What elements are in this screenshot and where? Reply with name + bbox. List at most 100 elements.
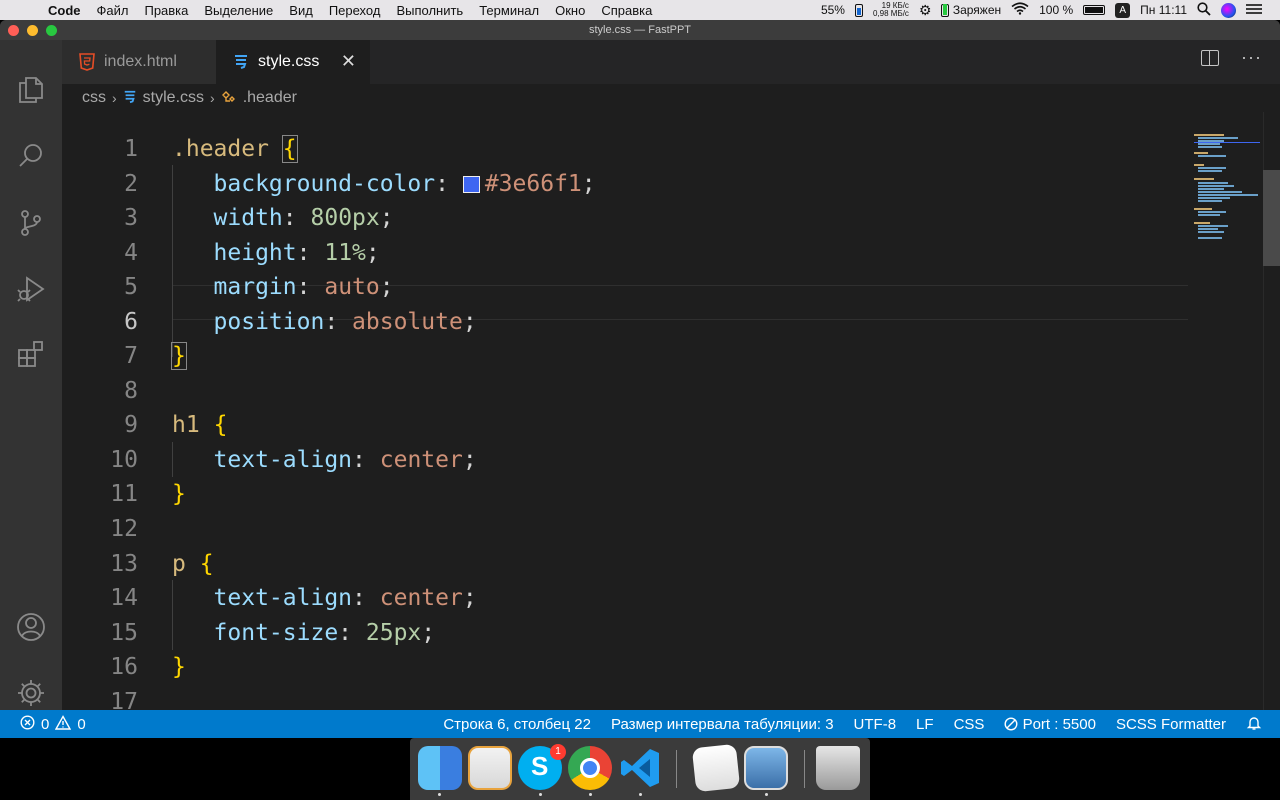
skype-icon[interactable]: S 1 [518,744,566,790]
menu-terminal[interactable]: Терминал [479,3,539,18]
language-mode[interactable]: CSS [954,716,985,733]
token-property: text-align [213,585,353,611]
code-line[interactable]: 2 background-color: #3e66f1; [62,167,1188,202]
indentation[interactable]: Размер интервала табуляции: 3 [611,716,834,733]
menu-help[interactable]: Справка [601,3,652,18]
token-value: auto [324,274,380,300]
search-icon[interactable] [14,139,48,173]
breadcrumb-file[interactable]: style.css [143,89,204,107]
tab-close-icon[interactable]: ✕ [341,52,356,70]
code-line[interactable]: 9 h1 { [62,408,1188,443]
finder-icon[interactable] [418,746,462,790]
formatter[interactable]: SCSS Formatter [1116,716,1226,733]
battery-icon[interactable] [1083,5,1106,15]
css-icon [232,53,250,71]
code-line[interactable]: 12 [62,512,1188,547]
settings-gear-icon[interactable]: ⚙ [919,2,932,19]
menu-file[interactable]: Файл [97,3,129,18]
token-selector: h1 [172,412,200,438]
menu-run[interactable]: Выполнить [396,3,463,18]
token-selector: .header [172,136,269,162]
code-line[interactable]: 8 [62,374,1188,409]
code-line[interactable]: 11} [62,477,1188,512]
source-control-icon[interactable] [14,206,48,240]
code-line[interactable]: 15 font-size: 25px; [62,616,1188,651]
code-line-active[interactable]: 6 position: absolute; [62,305,1188,340]
running-indicator [438,793,441,796]
spotlight-search-icon[interactable] [1197,1,1211,19]
siri-icon[interactable] [1221,2,1236,18]
window-minimize-button[interactable] [27,25,38,36]
code-line[interactable]: 7} [62,339,1188,374]
window-title: style.css — FastPPT [588,24,692,36]
color-swatch[interactable] [462,176,480,193]
accounts-icon[interactable] [14,610,48,644]
input-source-badge[interactable]: A [1115,2,1131,18]
end-of-line[interactable]: LF [916,716,934,733]
token-brace: } [171,342,187,370]
chrome-icon[interactable] [568,746,612,790]
problems-indicator[interactable]: 0 0 [20,714,86,734]
code-line[interactable]: 13 p { [62,547,1188,582]
network-speed[interactable]: 19 КБ/с 0,98 МБ/с [873,2,909,18]
menu-go[interactable]: Переход [329,3,381,18]
more-actions-icon[interactable]: ··· [1241,48,1262,66]
notifications-bell-icon[interactable] [1246,715,1262,733]
token-value: center [379,447,463,473]
cpu-battery-pct[interactable]: 55% [821,3,845,17]
minimap[interactable] [1188,112,1263,710]
code-line[interactable]: 10 text-align: center; [62,443,1188,478]
window-maximize-button[interactable] [46,25,57,36]
no-entry-icon [1004,716,1022,733]
control-center-icon[interactable] [1246,3,1262,18]
breadcrumb-folder[interactable]: css [82,89,106,107]
run-debug-icon[interactable] [14,272,48,306]
clock[interactable]: Пн 11:11 [1140,3,1187,17]
charge-status[interactable]: Заряжен [941,3,1001,18]
code-line[interactable]: 1 .header { [62,132,1188,167]
dock-separator [676,750,677,788]
tab-label: style.css [258,53,320,70]
window-close-button[interactable] [8,25,19,36]
code-editor[interactable]: 1 .header { 2 background-color: #3e66f1; … [62,112,1188,710]
tab-label: index.html [104,53,177,70]
menu-view[interactable]: Вид [289,3,313,18]
breadcrumb-symbol[interactable]: .header [243,89,297,107]
token-brace: } [172,654,186,680]
code-line[interactable]: 5 margin: auto; [62,270,1188,305]
menu-window[interactable]: Окно [555,3,585,18]
menu-selection[interactable]: Выделение [204,3,273,18]
explorer-files-icon[interactable] [14,73,48,107]
extensions-icon[interactable] [14,338,48,372]
code-line[interactable]: 4 height: 11%; [62,236,1188,271]
trash-icon[interactable] [816,746,860,790]
token-property: width [213,205,283,231]
skype-letter-icon: S [531,751,549,781]
manage-gear-icon[interactable] [14,676,48,710]
activity-bar [0,40,62,710]
cursor-position[interactable]: Строка 6, столбец 22 [443,716,591,733]
code-line[interactable]: 16} [62,650,1188,685]
code-line[interactable]: 14 text-align: center; [62,581,1188,616]
tab-index-html[interactable]: index.html [62,40,216,84]
battery-percent[interactable]: 100 % [1039,3,1073,17]
preview-icon[interactable] [744,746,788,790]
textedit-icon[interactable] [691,743,741,793]
scrollbar-thumb[interactable] [1263,170,1280,266]
chevron-right-icon: › [112,90,117,106]
vscode-icon[interactable] [618,746,662,790]
live-server-port[interactable]: Port : 5500 [1004,716,1096,733]
code-line[interactable]: 3 width: 800px; [62,201,1188,236]
warning-icon [55,714,72,734]
token-value: absolute [352,309,463,335]
menubar-status-area: 55% 19 КБ/с 0,98 МБ/с ⚙ Заряжен 100 % A П… [821,0,1280,20]
warning-count: 0 [77,715,86,733]
split-editor-icon[interactable] [1201,50,1220,66]
menu-edit[interactable]: Правка [144,3,188,18]
encoding[interactable]: UTF-8 [854,716,897,733]
menu-app-name[interactable]: Code [48,3,81,18]
pages-icon[interactable] [468,746,512,790]
tab-style-css[interactable]: style.css ✕ [216,40,370,84]
wifi-icon[interactable] [1011,2,1029,18]
code-line[interactable]: 17 [62,685,1188,710]
